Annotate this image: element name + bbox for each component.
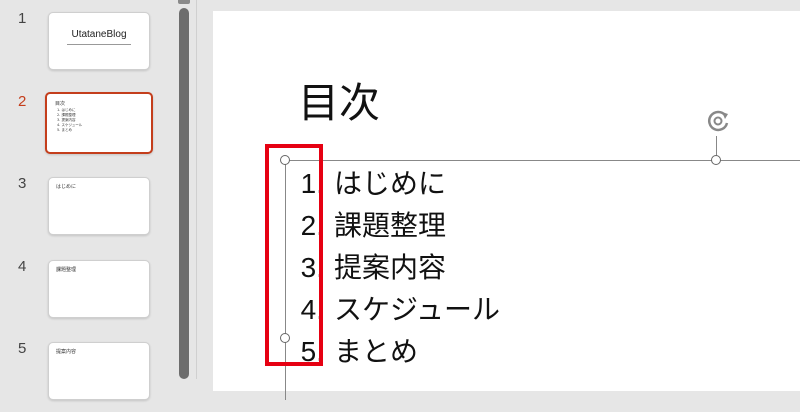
slide-number: 5 [18, 340, 27, 357]
thumb-list-item: 5. まとめ [57, 128, 72, 132]
slide-title[interactable]: 目次 [298, 69, 380, 129]
thumb-title: 提案内容 [56, 349, 77, 355]
list-item-text: 課題整理 [334, 209, 447, 242]
pane-divider[interactable] [196, 0, 197, 379]
slide-thumbnail-pane: 1 UtataneBlog 2 目次 1. はじめに 2. 課題整理 3. 提案… [0, 0, 172, 400]
slide-thumbnail-3[interactable]: はじめに [48, 177, 150, 235]
list-item-text: まとめ [334, 335, 419, 368]
slide-number: 2 [18, 93, 27, 110]
slide-thumbnail-5[interactable]: 提案内容 [48, 342, 150, 400]
slide-thumbnail-4[interactable]: 課題整理 [48, 260, 150, 318]
slide-number: 1 [18, 10, 27, 27]
text-box-border-top [285, 160, 800, 161]
slide-thumb-row-1[interactable]: 1 UtataneBlog [0, 10, 172, 82]
slide-thumb-row-4[interactable]: 4 課題整理 [0, 258, 172, 330]
thumb-title: はじめに [56, 184, 77, 190]
scrollbar-top-cap[interactable] [178, 0, 190, 4]
slide-number: 4 [18, 258, 27, 275]
rotate-handle-icon[interactable] [703, 106, 733, 136]
list-item-text: はじめに [334, 167, 447, 200]
thumbnail-scrollbar-thumb[interactable] [179, 8, 189, 379]
rotate-handle-stem [716, 136, 717, 156]
thumb-list: 1. はじめに 2. 課題整理 3. 提案内容 4. スケジュール 5. まとめ [57, 108, 82, 133]
thumb-title: UtataneBlog [71, 29, 127, 40]
resize-handle-top-middle[interactable] [711, 155, 721, 165]
slide-thumbnail-1[interactable]: UtataneBlog [48, 12, 150, 70]
thumb-title: 目次 [55, 101, 66, 107]
slide-number: 3 [18, 175, 27, 192]
thumb-subtitle-line [67, 44, 131, 45]
slide-thumb-row-3[interactable]: 3 はじめに [0, 175, 172, 247]
number-highlight-box [265, 144, 323, 366]
slide-thumb-row-2[interactable]: 2 目次 1. はじめに 2. 課題整理 3. 提案内容 4. スケジュール 5… [0, 92, 172, 165]
list-item-text: スケジュール [334, 293, 501, 326]
slide-thumbnail-2[interactable]: 目次 1. はじめに 2. 課題整理 3. 提案内容 4. スケジュール 5. … [45, 92, 153, 154]
slide-thumb-row-5[interactable]: 5 提案内容 [0, 340, 172, 412]
list-item-text: 提案内容 [334, 251, 447, 284]
thumb-title: 課題整理 [56, 267, 77, 273]
